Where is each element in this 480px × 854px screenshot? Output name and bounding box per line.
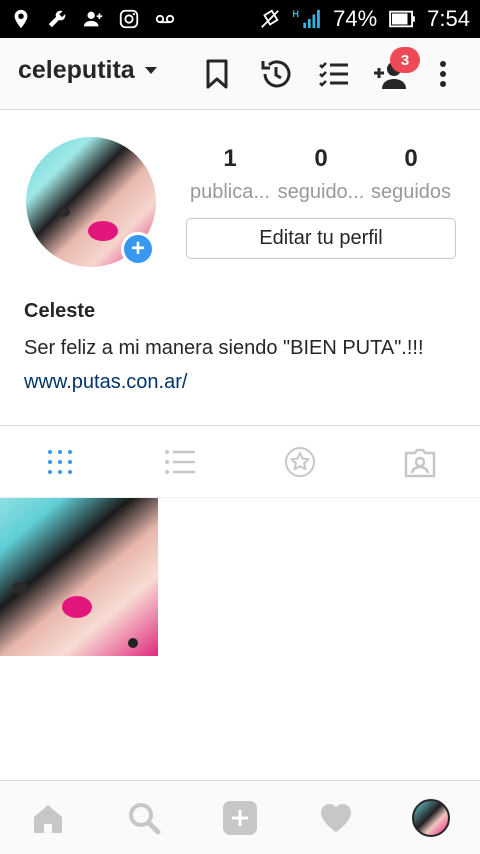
following-label: seguidos: [370, 181, 452, 203]
stat-following[interactable]: 0 seguidos: [365, 145, 457, 204]
posts-label: publica...: [189, 181, 271, 203]
status-left-icons: [10, 0, 176, 38]
signal-icon: H: [291, 8, 323, 30]
no-vibrate-icon: [259, 8, 281, 30]
battery-icon: [387, 8, 417, 30]
profile-full-name: Celeste: [24, 300, 96, 322]
grid-icon[interactable]: [42, 444, 78, 480]
clock: 7:54: [427, 6, 470, 31]
add-contact-icon: [82, 8, 104, 30]
star-icon[interactable]: [282, 444, 318, 480]
status-right-icons: H 74% 7:54: [259, 0, 470, 38]
home-icon[interactable]: [30, 800, 66, 836]
add-profile-photo-button[interactable]: +: [121, 232, 155, 266]
following-count: 0: [404, 145, 418, 172]
stat-followers[interactable]: 0 seguido...: [275, 145, 367, 204]
followers-label: seguido...: [277, 181, 365, 203]
wrench-icon: [46, 8, 68, 30]
add-post-icon[interactable]: [222, 800, 258, 836]
heart-icon[interactable]: [318, 800, 354, 836]
profile-avatar-icon[interactable]: [412, 799, 450, 837]
instagram-icon: [118, 8, 140, 30]
bottom-nav: [0, 780, 480, 854]
more-options-icon[interactable]: [425, 56, 461, 92]
post-thumbnail[interactable]: [0, 498, 158, 656]
list-icon[interactable]: [162, 444, 198, 480]
location-icon: [10, 8, 32, 30]
status-bar: H 74% 7:54: [0, 0, 480, 38]
bookmark-icon[interactable]: [199, 56, 235, 92]
account-switcher[interactable]: celeputita: [18, 56, 157, 85]
username: celeputita: [18, 56, 135, 84]
voicemail-icon: [154, 8, 176, 30]
edit-profile-button[interactable]: Editar tu perfil: [186, 218, 456, 259]
notification-badge: 3: [390, 47, 420, 73]
search-icon[interactable]: [126, 800, 162, 836]
stat-posts[interactable]: 1 publica...: [184, 145, 276, 204]
checklist-icon[interactable]: [316, 56, 352, 92]
battery-percent: 74%: [333, 6, 378, 31]
svg-text:H: H: [292, 9, 299, 19]
profile-bio: Ser feliz a mi manera siendo "BIEN PUTA"…: [24, 337, 424, 359]
profile-tabs: [0, 425, 480, 498]
tagged-icon[interactable]: [402, 444, 438, 480]
posts-count: 1: [223, 145, 237, 172]
followers-count: 0: [314, 145, 328, 172]
profile-website-link[interactable]: www.putas.con.ar/: [24, 371, 187, 394]
history-icon[interactable]: [258, 56, 294, 92]
chevron-down-icon: [144, 67, 157, 74]
